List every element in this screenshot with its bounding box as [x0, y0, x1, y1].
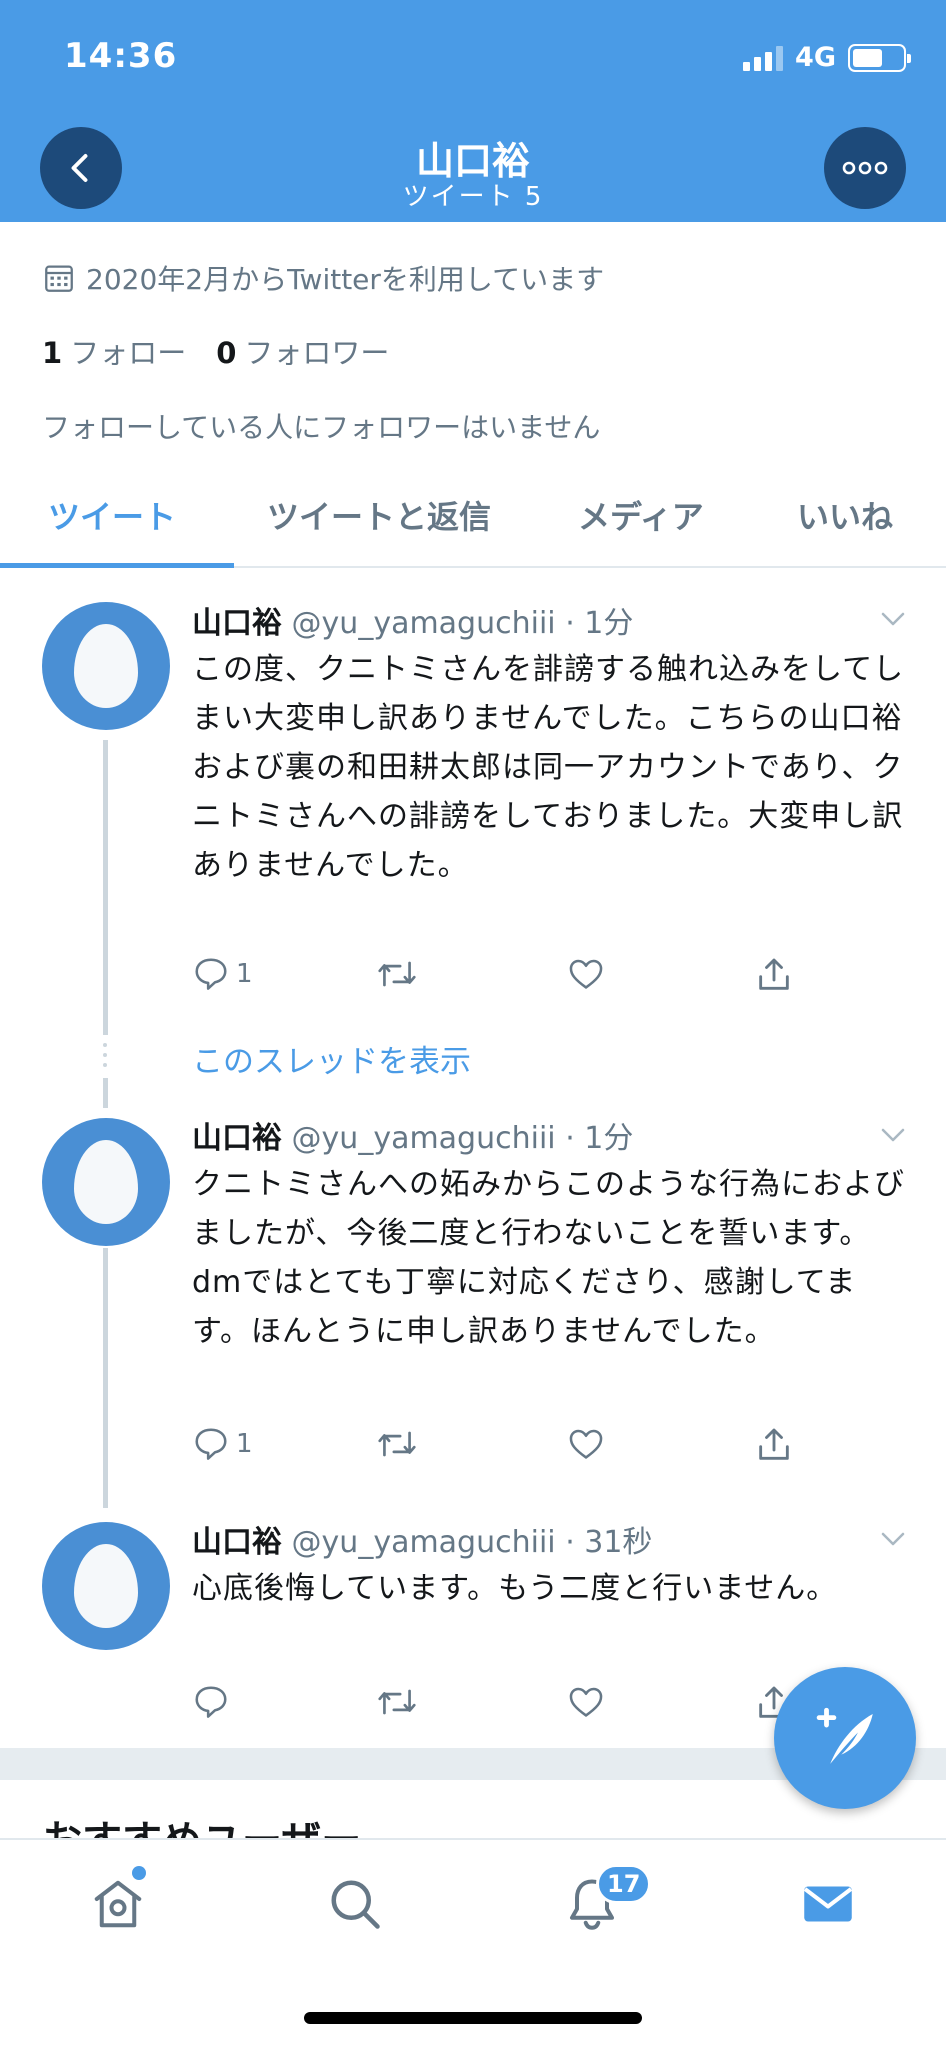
tweet-actions: 1 — [192, 955, 832, 995]
follow-stats: 1 フォロー 0 フォロワー — [42, 330, 389, 372]
tweet-header: 山口裕 @yu_yamaguchiii · 1分 — [192, 598, 633, 642]
signal-icon — [743, 45, 784, 71]
following-label: フォロー — [70, 336, 187, 370]
compose-tweet-button[interactable] — [774, 1667, 916, 1809]
reply-button[interactable] — [192, 1683, 236, 1721]
reply-count: 1 — [236, 959, 253, 989]
tweet-text: この度、クニトミさんを誹謗する触れ込みをしてしまい大変申し訳ありませんでした。こ… — [192, 652, 905, 883]
show-thread-link[interactable]: このスレッドを表示 — [192, 1036, 471, 1081]
retweet-icon — [378, 1431, 416, 1457]
tweet-header: 山口裕 @yu_yamaguchiii · 1分 — [192, 1113, 633, 1157]
tweet-text: クニトミさんへの妬みからこのような行為におよびましたが、今後二度と行わないことを… — [192, 1167, 905, 1349]
calendar-icon — [45, 265, 73, 292]
like-icon — [569, 1687, 603, 1717]
tweet-author-handle: @yu_yamaguchiii — [291, 1121, 556, 1156]
following-link[interactable]: 1 フォロー — [42, 330, 186, 372]
tweet-author-handle: @yu_yamaguchiii — [291, 606, 556, 641]
status-time: 14:36 — [64, 36, 178, 76]
tweet-author-handle: @yu_yamaguchiii — [291, 1525, 556, 1560]
share-icon — [759, 1428, 789, 1460]
more-icon — [842, 161, 888, 175]
default-egg-icon — [74, 1544, 138, 1628]
share-icon — [759, 958, 789, 990]
tweet-header: 山口裕 @yu_yamaguchiii · 31秒 — [192, 1517, 652, 1561]
followers-label: フォロワー — [244, 336, 390, 370]
tab-tweets-and-replies[interactable]: ツイートと返信 — [267, 492, 491, 538]
common-followers-note: フォローしている人にフォロワーはいません — [42, 411, 601, 444]
followers-count: 0 — [216, 336, 237, 370]
reply-count: 1 — [236, 1429, 253, 1459]
retweet-icon — [378, 961, 416, 987]
like-button[interactable] — [566, 1425, 606, 1463]
thread-line — [103, 1078, 108, 1108]
retweet-button[interactable] — [375, 1425, 419, 1463]
retweet-button[interactable] — [375, 1683, 419, 1721]
following-count: 1 — [42, 336, 63, 370]
reply-icon — [195, 1428, 227, 1460]
share-button[interactable] — [754, 1425, 794, 1465]
profile-tabs: ツイート ツイートと返信 メディア いいね — [0, 470, 946, 568]
like-icon — [569, 1429, 603, 1459]
tweet-author-name[interactable]: 山口裕 — [192, 606, 282, 641]
thread-line — [103, 740, 108, 1035]
network-label: 4G — [795, 42, 836, 73]
avatar[interactable] — [42, 1118, 170, 1246]
reply-button[interactable]: 1 — [192, 1425, 253, 1463]
thread-dots — [103, 1043, 108, 1073]
tab-likes[interactable]: いいね — [797, 492, 893, 538]
thread-line — [103, 1248, 108, 1508]
tweet-text: 心底後悔しています。もう二度と行いません。 — [192, 1571, 838, 1606]
share-button[interactable] — [754, 955, 794, 995]
default-egg-icon — [74, 1140, 138, 1224]
reply-icon — [195, 958, 227, 990]
tweet-time: · 1分 — [565, 606, 634, 641]
like-button[interactable] — [566, 955, 606, 993]
default-egg-icon — [74, 624, 138, 708]
followers-link[interactable]: 0 フォロワー — [216, 330, 389, 372]
tweet-actions — [192, 1683, 832, 1723]
tweet-count-subtitle: ツイート 5 — [402, 182, 544, 212]
battery-icon — [848, 43, 911, 72]
mail-icon[interactable] — [798, 1874, 858, 1934]
compose-icon — [816, 1707, 873, 1764]
home-unread-dot — [132, 1866, 146, 1880]
tweet-author-name[interactable]: 山口裕 — [192, 1121, 282, 1156]
like-icon — [569, 959, 603, 989]
profile-header: 14:36 4G 山口裕 ツイート 5 — [0, 0, 946, 222]
home-indicator — [304, 2012, 642, 2024]
tweet-time: · 1分 — [565, 1121, 634, 1156]
notifications-badge: 17 — [596, 1864, 652, 1904]
tab-tweets[interactable]: ツイート — [48, 492, 176, 538]
caret-down-icon[interactable] — [878, 1120, 908, 1150]
retweet-button[interactable] — [375, 955, 419, 993]
tweet-author-name[interactable]: 山口裕 — [192, 1525, 282, 1560]
reply-icon — [195, 1686, 227, 1718]
avatar[interactable] — [42, 602, 170, 730]
tweet-actions: 1 — [192, 1425, 832, 1465]
tweet-time: · 31秒 — [565, 1525, 653, 1560]
retweet-icon — [378, 1689, 416, 1715]
reply-button[interactable]: 1 — [192, 955, 253, 993]
caret-down-icon[interactable] — [878, 604, 908, 634]
home-icon[interactable] — [88, 1874, 148, 1934]
status-indicators: 4G — [743, 42, 911, 73]
search-icon[interactable] — [325, 1874, 385, 1934]
joined-date: 2020年2月からTwitterを利用しています — [42, 258, 604, 298]
caret-down-icon[interactable] — [878, 1524, 908, 1554]
avatar[interactable] — [42, 1522, 170, 1650]
more-button[interactable] — [824, 127, 906, 209]
active-tab-indicator — [0, 563, 234, 568]
like-button[interactable] — [566, 1683, 606, 1721]
tab-media[interactable]: メディア — [578, 492, 704, 538]
joined-text: 2020年2月からTwitterを利用しています — [86, 263, 605, 296]
recommended-users-heading: おすすめユーザー — [42, 1818, 362, 1842]
